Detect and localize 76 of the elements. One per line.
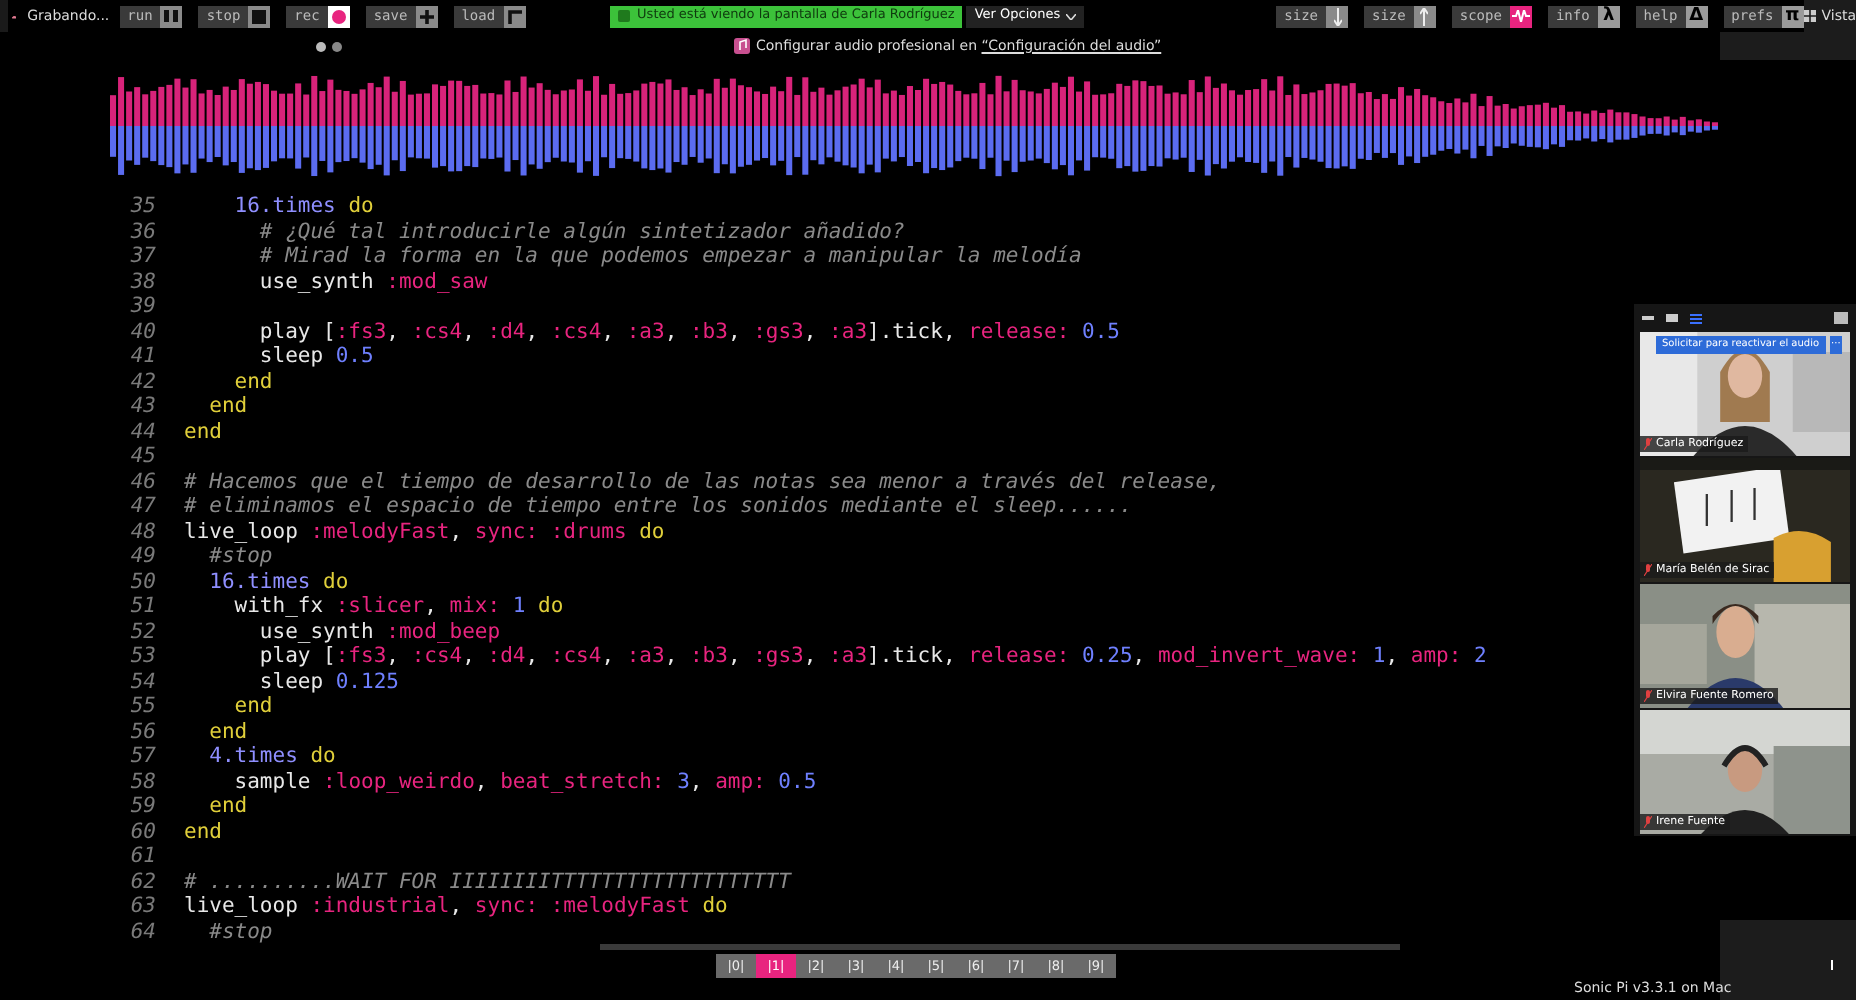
code-line: #stop [207, 919, 273, 944]
code-line: 16.times do [207, 569, 349, 594]
code-line: live_loop :melodyFast, sync: :drums do [184, 519, 665, 544]
wave-icon [1511, 10, 1530, 22]
line-number: 43 [128, 394, 156, 419]
toolbar-glyph: Δ [1689, 7, 1704, 25]
record-icon [331, 9, 346, 23]
line-number: 41 [128, 344, 156, 369]
line-number: 36 [128, 219, 156, 244]
code-line: # ..........WAIT FOR IIIIIIIITTTTTTTTTTTTTTTTTTT [184, 869, 791, 894]
line-number: 64 [128, 919, 156, 944]
line-number: 50 [128, 569, 156, 594]
line-number: 45 [128, 444, 156, 469]
code-line: use_synth :mod_saw [257, 269, 488, 294]
line-number: 56 [128, 719, 156, 744]
toolbar-glyph: λ [1602, 7, 1615, 25]
line-number: 39 [128, 294, 156, 319]
line-number: 47 [128, 494, 156, 519]
code-line: # ¿Qué tal introducirle algún sintetizador añadido? [257, 219, 905, 244]
code-line: play [:fs3, :cs4, :d4, :cs4, :a3, :b3, :gs3, :a3].tick, release: 0.5 [257, 319, 1120, 344]
code-line: sleep 0.5 [257, 344, 374, 369]
line-number: 40 [128, 319, 156, 344]
grow-icon [1420, 7, 1429, 25]
shrink-icon [1333, 7, 1341, 25]
line-number: 46 [128, 469, 156, 494]
music-note-icon [734, 38, 750, 54]
line-number: 48 [128, 519, 156, 544]
code-line: 16.times do [232, 194, 374, 219]
code-line: with_fx :slicer, mix: 1 do [232, 594, 564, 619]
code-line: end [207, 794, 248, 819]
line-number: 58 [128, 769, 156, 794]
minimize-icon[interactable] [1642, 316, 1654, 320]
load-icon [507, 9, 522, 23]
toolbar-glyph: π [1785, 7, 1800, 25]
dot-icon [316, 41, 326, 51]
code-line: 4.times do [207, 744, 336, 769]
code-line: use_synth :mod_beep [257, 619, 501, 644]
code-line: sample :loop_weirdo, beat_stretch: 3, amp: 0.5 [232, 769, 817, 794]
code-line: end [184, 819, 222, 844]
code-line: sleep 0.125 [257, 669, 399, 694]
code-line: end [207, 394, 248, 419]
line-number: 52 [128, 619, 156, 644]
line-number: 59 [128, 794, 156, 819]
line-number: 57 [128, 744, 156, 769]
line-number: 49 [128, 544, 156, 569]
line-number: 35 [128, 194, 156, 219]
code-line: play [:fs3, :cs4, :d4, :cs4, :a3, :b3, :gs3, :a3].tick, release: 0.25, mod_invert_wave: 1, amp: 2 [257, 644, 1487, 669]
line-number: 61 [128, 844, 156, 869]
line-number: 38 [128, 269, 156, 294]
list-icon[interactable] [1690, 313, 1702, 323]
stop-icon [252, 9, 267, 23]
code-line: end [232, 369, 273, 394]
line-number: 63 [128, 894, 156, 919]
plus-icon [419, 9, 434, 23]
expand-icon[interactable] [1834, 312, 1848, 324]
code-line: # Hacemos que el tiempo de desarrollo de las notas sea menor a través del release, [184, 469, 1221, 494]
line-number: 55 [128, 694, 156, 719]
code-line: #stop [207, 544, 273, 569]
line-number: 54 [128, 669, 156, 694]
pause-icon [164, 10, 179, 22]
window-icon[interactable] [1666, 314, 1678, 322]
caret-icon [1066, 13, 1077, 19]
code-line: end [184, 419, 222, 444]
line-number: 60 [128, 819, 156, 844]
line-number: 51 [128, 594, 156, 619]
line-number: 62 [128, 869, 156, 894]
code-line: end [232, 694, 273, 719]
line-number: 44 [128, 419, 156, 444]
line-number: 37 [128, 244, 156, 269]
code-line: # Mirad la forma en la que podemos empezar a manipular la melodía [257, 244, 1082, 269]
code-line: live_loop :industrial, sync: :melodyFast do [184, 894, 728, 919]
line-number: 42 [128, 369, 156, 394]
line-number: 53 [128, 644, 156, 669]
dot-icon [332, 41, 342, 51]
code-line: end [207, 719, 248, 744]
code-line: # eliminamos el espacio de tiempo entre los sonidos mediante el sleep...... [184, 494, 1133, 519]
